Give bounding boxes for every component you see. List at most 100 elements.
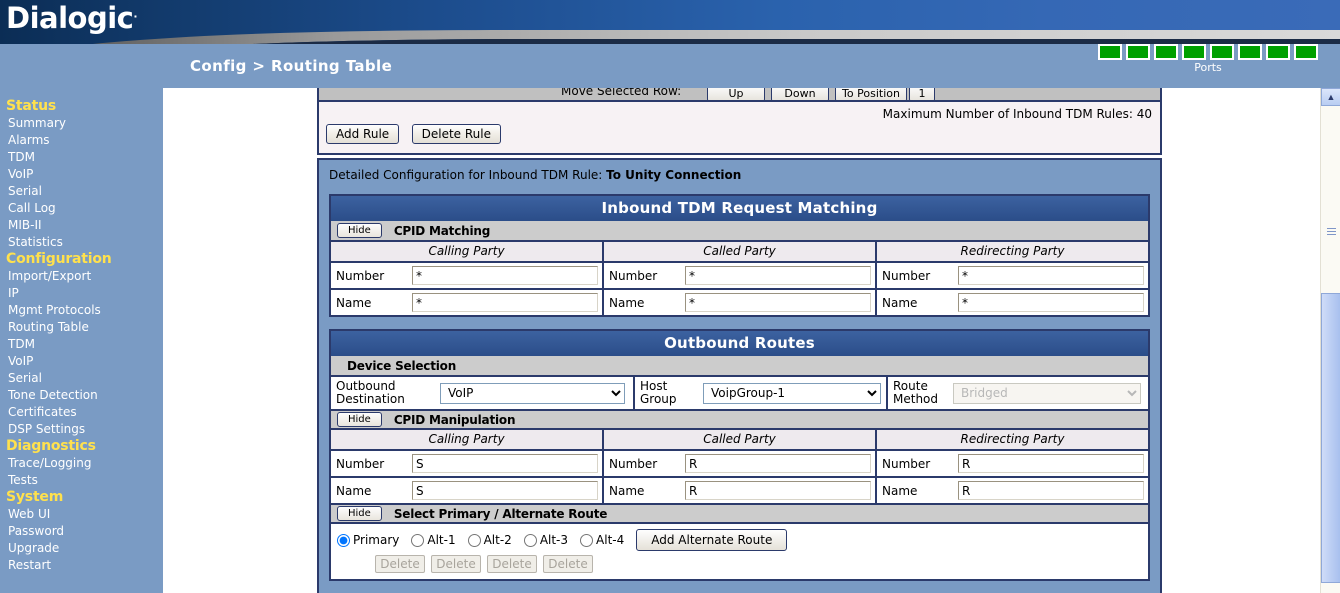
banner-swoosh-decoration xyxy=(93,30,1340,44)
radio-alt-3[interactable] xyxy=(523,533,537,547)
radio-item-primary[interactable]: Primary xyxy=(337,533,399,547)
sidebar-item-status-tdm[interactable]: TDM xyxy=(0,149,163,166)
outbound-name-row: Name Name Name xyxy=(331,476,1148,503)
ports-led-row xyxy=(1098,44,1318,60)
max-rules-text: Maximum Number of Inbound TDM Rules: 40 xyxy=(882,107,1152,121)
outbound-calling-name-input[interactable] xyxy=(412,481,598,500)
sidebar-item-status-voip[interactable]: VoIP xyxy=(0,166,163,183)
device-selection-label: Device Selection xyxy=(347,358,457,373)
outbound-redirecting-name-input[interactable] xyxy=(958,481,1144,500)
sidebar-item-tone-detection[interactable]: Tone Detection xyxy=(0,387,163,404)
detail-header-prefix: Detailed Configuration for Inbound TDM R… xyxy=(329,168,603,182)
host-group-cell: Host Group VoipGroup-1 xyxy=(633,377,886,409)
sidebar-item-ip[interactable]: IP xyxy=(0,285,163,302)
port-led-6 xyxy=(1238,44,1262,60)
inbound-calling-number-input[interactable] xyxy=(412,266,598,285)
inbound-section-title: Inbound TDM Request Matching xyxy=(331,196,1148,221)
outbound-redirecting-number-input[interactable] xyxy=(958,454,1144,473)
outbound-calling-name-label: Name xyxy=(336,483,372,498)
port-led-2 xyxy=(1126,44,1150,60)
radio-item-alt-1[interactable]: Alt-1 xyxy=(411,533,456,547)
outbound-called-party-header: Called Party xyxy=(602,430,875,449)
outbound-calling-party-header: Calling Party xyxy=(428,432,505,446)
radio-alt-2[interactable] xyxy=(467,533,481,547)
sidebar-item-status-serial[interactable]: Serial xyxy=(0,183,163,200)
host-group-select[interactable]: VoipGroup-1 xyxy=(703,382,881,404)
sidebar-item-certificates[interactable]: Certificates xyxy=(0,404,163,421)
rule-buttons-row: Add Rule Delete Rule xyxy=(319,121,1160,144)
sidebar-item-password[interactable]: Password xyxy=(0,523,163,540)
outbound-called-name-label: Name xyxy=(609,483,645,498)
sidebar-item-trace-logging[interactable]: Trace/Logging xyxy=(0,455,163,472)
scrollbar-thumb[interactable] xyxy=(1321,293,1340,583)
page-scrollbar[interactable]: ▲ xyxy=(1320,88,1340,593)
radio-item-alt-2[interactable]: Alt-2 xyxy=(467,533,512,547)
move-to-position-button[interactable]: To Position xyxy=(835,88,907,100)
inbound-called-number-input[interactable] xyxy=(685,266,871,285)
outbound-destination-select[interactable]: VoIP xyxy=(440,382,625,404)
scroll-up-arrow-icon[interactable]: ▲ xyxy=(1321,88,1340,106)
sidebar-item-call-log[interactable]: Call Log xyxy=(0,200,163,217)
outbound-redirecting-number-cell: Number xyxy=(875,451,1148,476)
move-up-button[interactable]: Up xyxy=(707,88,765,100)
radio-alt-4[interactable] xyxy=(580,533,594,547)
outbound-called-number-input[interactable] xyxy=(685,454,871,473)
move-position-value[interactable]: 1 xyxy=(909,88,935,100)
logo-trademark: . xyxy=(133,7,138,21)
inbound-called-name-input[interactable] xyxy=(685,293,871,312)
cpid-manipulation-subheader: Hide CPID Manipulation xyxy=(331,409,1148,430)
sidebar-item-import-export[interactable]: Import/Export xyxy=(0,268,163,285)
sidebar-item-dsp-settings[interactable]: DSP Settings xyxy=(0,421,163,438)
ports-label: Ports xyxy=(1194,61,1222,74)
inbound-called-party-header: Called Party xyxy=(602,242,875,261)
inbound-redirecting-party-header: Redirecting Party xyxy=(875,242,1148,261)
sidebar-item-config-tdm[interactable]: TDM xyxy=(0,336,163,353)
outbound-redirecting-name-label: Name xyxy=(882,483,918,498)
outbound-redirecting-name-cell: Name xyxy=(875,478,1148,503)
sidebar-item-web-ui[interactable]: Web UI xyxy=(0,506,163,523)
sidebar-item-routing-table[interactable]: Routing Table xyxy=(0,319,163,336)
inbound-calling-number-label: Number xyxy=(336,268,385,283)
sidebar-item-upgrade[interactable]: Upgrade xyxy=(0,540,163,557)
inbound-calling-name-input[interactable] xyxy=(412,293,598,312)
sidebar-item-tests[interactable]: Tests xyxy=(0,472,163,489)
route-method-select[interactable]: Bridged xyxy=(953,382,1141,404)
sidebar-item-config-serial[interactable]: Serial xyxy=(0,370,163,387)
delete-alt-4-button[interactable]: Delete xyxy=(543,555,593,573)
port-led-8 xyxy=(1294,44,1318,60)
outbound-section-title: Outbound Routes xyxy=(331,331,1148,356)
delete-rule-button[interactable]: Delete Rule xyxy=(411,124,501,144)
hide-alternate-route-button[interactable]: Hide xyxy=(337,506,382,521)
hide-cpid-manipulation-button[interactable]: Hide xyxy=(337,412,382,427)
outbound-redirecting-number-label: Number xyxy=(882,456,931,471)
add-alternate-route-button[interactable]: Add Alternate Route xyxy=(636,529,788,551)
sidebar-item-mib-ii[interactable]: MIB-II xyxy=(0,217,163,234)
delete-alt-2-button[interactable]: Delete xyxy=(431,555,481,573)
inbound-name-row: Name Name Name xyxy=(331,288,1148,315)
radio-alt-1[interactable] xyxy=(411,533,425,547)
sidebar-item-alarms[interactable]: Alarms xyxy=(0,132,163,149)
delete-alt-3-button[interactable]: Delete xyxy=(487,555,537,573)
sidebar-item-summary[interactable]: Summary xyxy=(0,115,163,132)
inbound-redirecting-name-input[interactable] xyxy=(958,293,1144,312)
hide-cpid-matching-button[interactable]: Hide xyxy=(337,223,382,238)
delete-alt-1-button[interactable]: Delete xyxy=(375,555,425,573)
sidebar-item-restart[interactable]: Restart xyxy=(0,557,163,574)
radio-primary-label: Primary xyxy=(353,533,400,547)
sidebar-item-config-voip[interactable]: VoIP xyxy=(0,353,163,370)
inbound-tdm-request-matching-section: Inbound TDM Request Matching Hide CPID M… xyxy=(329,194,1150,317)
inbound-redirecting-name-cell: Name xyxy=(875,290,1148,315)
radio-item-alt-3[interactable]: Alt-3 xyxy=(523,533,568,547)
outbound-destination-label: Outbound Destination xyxy=(336,379,405,406)
radio-primary[interactable] xyxy=(337,533,350,547)
outbound-calling-number-input[interactable] xyxy=(412,454,598,473)
add-rule-button[interactable]: Add Rule xyxy=(326,124,400,144)
radio-item-alt-4[interactable]: Alt-4 xyxy=(580,533,624,547)
inbound-redirecting-number-input[interactable] xyxy=(958,266,1144,285)
sidebar-item-mgmt-protocols[interactable]: Mgmt Protocols xyxy=(0,302,163,319)
sidebar-item-statistics[interactable]: Statistics xyxy=(0,234,163,251)
port-led-4 xyxy=(1182,44,1206,60)
outbound-called-name-input[interactable] xyxy=(685,481,871,500)
move-down-button[interactable]: Down xyxy=(771,88,829,100)
device-selection-subheader: Device Selection xyxy=(331,356,1148,377)
